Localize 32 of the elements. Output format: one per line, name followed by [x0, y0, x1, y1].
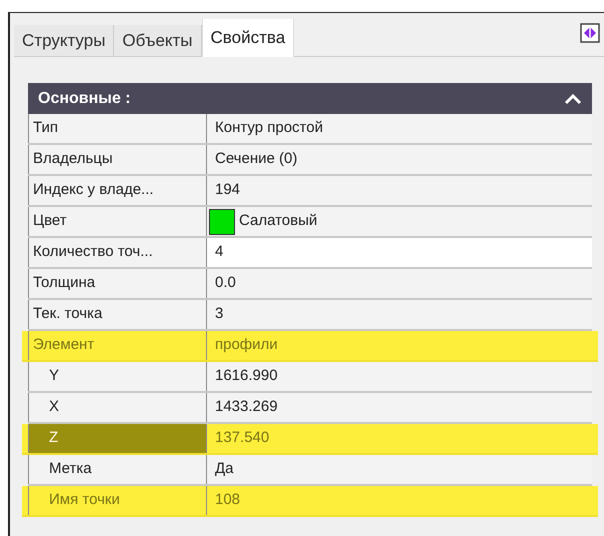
property-value[interactable]: Сечение (0) — [207, 145, 592, 174]
panel-toggle-icon[interactable] — [580, 23, 600, 43]
section-header[interactable]: Основные : — [28, 83, 592, 114]
property-name[interactable]: Цвет — [28, 207, 207, 236]
property-name[interactable]: Толщина — [28, 269, 207, 298]
property-name[interactable]: Тек. точка — [28, 300, 207, 329]
property-name[interactable]: X — [28, 393, 207, 422]
property-value[interactable]: Да — [207, 455, 592, 484]
tab[interactable]: Структуры — [14, 25, 114, 57]
property-value[interactable]: профили — [207, 331, 592, 360]
property-value[interactable]: 0.0 — [207, 269, 592, 298]
property-value[interactable]: 1616.990 — [207, 362, 592, 391]
property-value[interactable]: 137.540 — [207, 424, 592, 453]
property-name[interactable]: Имя точки — [28, 486, 207, 515]
tab[interactable]: Свойства — [202, 19, 294, 57]
property-value[interactable]: 1433.269 — [207, 393, 592, 422]
property-value[interactable]: 108 — [207, 486, 592, 515]
property-name[interactable]: Метка — [28, 455, 207, 484]
property-name[interactable]: Y — [28, 362, 207, 391]
property-value[interactable]: Салатовый — [207, 207, 592, 236]
section-title: Основные : — [38, 88, 131, 108]
property-name[interactable]: Тип — [28, 114, 207, 143]
property-value[interactable]: 194 — [207, 176, 592, 205]
property-value[interactable]: 4 — [207, 238, 592, 267]
property-name[interactable]: Элемент — [28, 331, 207, 360]
property-name[interactable]: Владельцы — [28, 145, 207, 174]
tab[interactable]: Объекты — [114, 25, 202, 57]
property-value[interactable]: Контур простой — [207, 114, 592, 143]
collapse-caret-icon[interactable] — [564, 92, 582, 104]
color-name: Салатовый — [239, 211, 318, 232]
property-value[interactable]: 3 — [207, 300, 592, 329]
property-name[interactable]: Индекс у владе... — [28, 176, 207, 205]
